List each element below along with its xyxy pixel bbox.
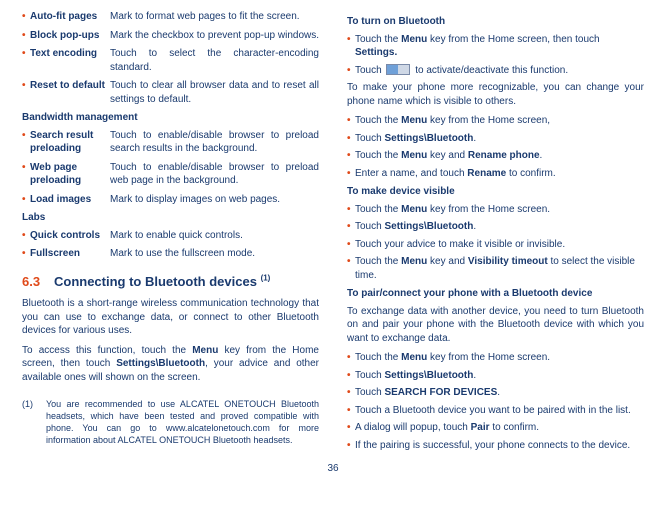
- setting-label: Load images: [30, 193, 110, 207]
- bullet-icon: •: [22, 247, 30, 261]
- setting-desc: Touch to select the character-encoding s…: [110, 47, 319, 74]
- toggle-icon: [386, 64, 410, 75]
- setting-label: Web page preloading: [30, 161, 110, 188]
- list-item: •Touch a Bluetooth device you want to be…: [347, 404, 644, 418]
- setting-desc: Mark to display images on web pages.: [110, 193, 319, 207]
- list-item: •Touch the Menu key and Visibility timeo…: [347, 255, 644, 282]
- setting-desc: Mark to use the fullscreen mode.: [110, 247, 319, 261]
- list-item: •Touch the Menu key from the Home screen…: [347, 114, 644, 128]
- list-item: •If the pairing is successful, your phon…: [347, 439, 644, 453]
- heading-pair: To pair/connect your phone with a Blueto…: [347, 287, 644, 301]
- bullet-icon: •: [22, 161, 30, 188]
- setting-row: •Text encodingTouch to select the charac…: [22, 47, 319, 74]
- list-item: •Touch the Menu key from the Home screen…: [347, 33, 644, 60]
- list-item: •Touch SEARCH FOR DEVICES.: [347, 386, 644, 400]
- bandwidth-heading: Bandwidth management: [22, 111, 319, 125]
- section-6-3: 6.3 Connecting to Bluetooth devices (1): [22, 273, 319, 291]
- setting-row: •Reset to defaultTouch to clear all brow…: [22, 79, 319, 106]
- section-number: 6.3: [22, 274, 40, 289]
- setting-desc: Mark the checkbox to prevent pop-up wind…: [110, 29, 319, 43]
- setting-label: Text encoding: [30, 47, 110, 74]
- bullet-icon: •: [22, 10, 30, 24]
- para-intro-2: To access this function, touch the Menu …: [22, 344, 319, 385]
- list-item: •Enter a name, and touch Rename to confi…: [347, 167, 644, 181]
- setting-desc: Touch to enable/disable browser to prelo…: [110, 161, 319, 188]
- list-item: •Touch Settings\Bluetooth.: [347, 132, 644, 146]
- list-item: •Touch the Menu key from the Home screen…: [347, 351, 644, 365]
- setting-row: •Block pop-upsMark the checkbox to preve…: [22, 29, 319, 43]
- setting-label: Quick controls: [30, 229, 110, 243]
- bullet-icon: •: [22, 47, 30, 74]
- setting-label: Block pop-ups: [30, 29, 110, 43]
- list-item: •Touch the Menu key from the Home screen…: [347, 203, 644, 217]
- footnote-body: You are recommended to use ALCATEL ONETO…: [46, 398, 319, 447]
- bullet-icon: •: [22, 29, 30, 43]
- setting-label: Reset to default: [30, 79, 110, 106]
- footnote: (1) You are recommended to use ALCATEL O…: [22, 398, 319, 447]
- setting-label: Search result preloading: [30, 129, 110, 156]
- setting-row: •Quick controlsMark to enable quick cont…: [22, 229, 319, 243]
- setting-row: •Search result preloadingTouch to enable…: [22, 129, 319, 156]
- setting-row: •FullscreenMark to use the fullscreen mo…: [22, 247, 319, 261]
- heading-visible: To make device visible: [347, 185, 644, 199]
- setting-row: •Load imagesMark to display images on we…: [22, 193, 319, 207]
- para-pair: To exchange data with another device, yo…: [347, 305, 644, 346]
- bullet-icon: •: [22, 79, 30, 106]
- setting-label: Fullscreen: [30, 247, 110, 261]
- list-item: •A dialog will popup, touch Pair to conf…: [347, 421, 644, 435]
- para-intro-1: Bluetooth is a short-range wireless comm…: [22, 297, 319, 338]
- bullet-icon: •: [22, 129, 30, 156]
- list-item: •Touch Settings\Bluetooth.: [347, 369, 644, 383]
- footnote-marker: (1): [22, 398, 46, 447]
- list-item: •Touch to activate/deactivate this funct…: [347, 64, 644, 78]
- setting-desc: Touch to enable/disable browser to prelo…: [110, 129, 319, 156]
- right-column: To turn on Bluetooth •Touch the Menu key…: [347, 10, 644, 456]
- labs-heading: Labs: [22, 211, 319, 225]
- list-item: •Touch your advice to make it visible or…: [347, 238, 644, 252]
- left-column: •Auto-fit pagesMark to format web pages …: [22, 10, 319, 456]
- heading-turn-on: To turn on Bluetooth: [347, 15, 644, 29]
- setting-row: •Auto-fit pagesMark to format web pages …: [22, 10, 319, 24]
- bullet-icon: •: [22, 229, 30, 243]
- setting-desc: Mark to enable quick controls.: [110, 229, 319, 243]
- setting-desc: Touch to clear all browser data and to r…: [110, 79, 319, 106]
- page-number: 36: [22, 462, 644, 476]
- setting-row: •Web page preloadingTouch to enable/disa…: [22, 161, 319, 188]
- setting-desc: Mark to format web pages to fit the scre…: [110, 10, 319, 24]
- list-item: •Touch the Menu key and Rename phone.: [347, 149, 644, 163]
- setting-label: Auto-fit pages: [30, 10, 110, 24]
- para-name-note: To make your phone more recognizable, yo…: [347, 81, 644, 108]
- page-columns: •Auto-fit pagesMark to format web pages …: [22, 10, 644, 456]
- list-item: •Touch Settings\Bluetooth.: [347, 220, 644, 234]
- bullet-icon: •: [22, 193, 30, 207]
- section-title: Connecting to Bluetooth devices (1): [54, 274, 270, 289]
